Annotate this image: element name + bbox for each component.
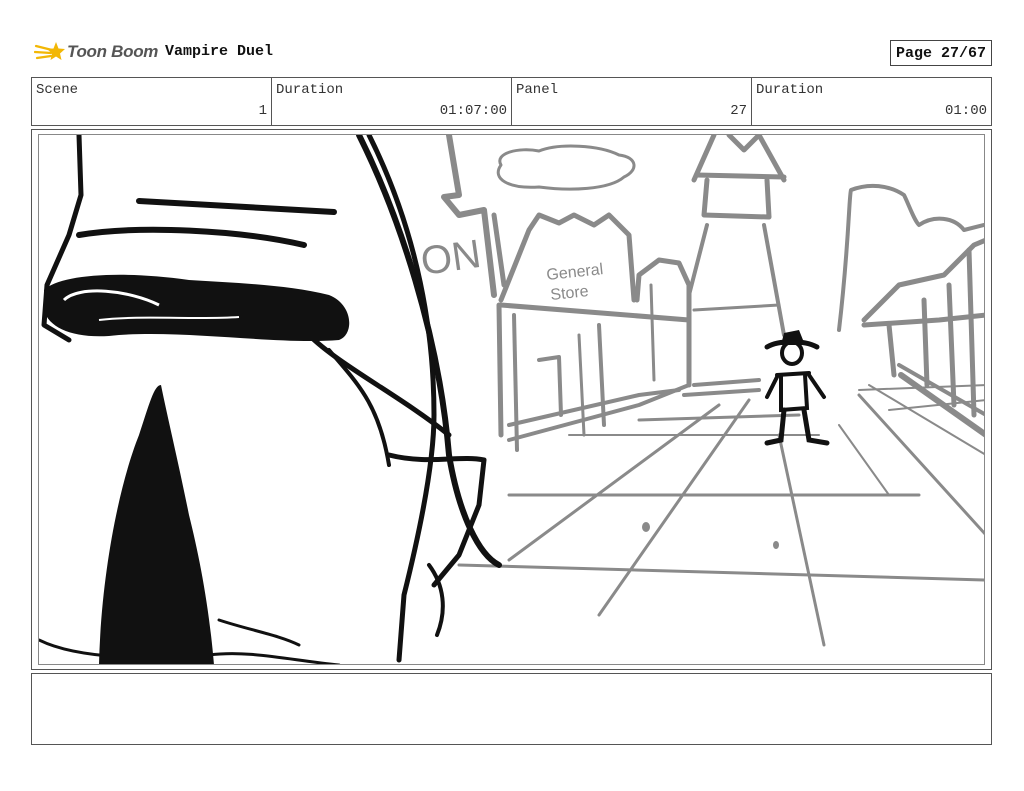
toon-boom-logo: Toon Boom: [34, 36, 158, 68]
project-title: Vampire Duel: [165, 43, 274, 60]
panel-frame: ON General Store: [31, 129, 992, 670]
scene-duration-cell: Duration 01:07:00: [272, 78, 512, 125]
panel-drawing: ON General Store: [38, 134, 985, 665]
logo-text: Toon Boom: [67, 42, 159, 61]
scene-duration-label: Duration: [276, 82, 344, 98]
panel-notes[interactable]: [31, 673, 992, 745]
scene-label: Scene: [36, 82, 79, 98]
vampire-eye: [44, 274, 350, 342]
western-town-background: [441, 135, 984, 647]
scene-value: 1: [258, 103, 267, 119]
store-sign-line1: General: [546, 261, 604, 284]
scene-duration-value: 01:07:00: [439, 103, 507, 119]
toon-boom-star-icon: [34, 42, 65, 60]
panel-duration-label: Duration: [756, 82, 824, 98]
vampire-hair: [99, 385, 214, 664]
building-sign-text: ON: [418, 232, 484, 284]
panel-duration-value: 01:00: [944, 103, 987, 119]
panel-value: 27: [730, 103, 747, 119]
page-indicator: Page 27/67: [889, 40, 992, 66]
panel-cell: Panel 27: [512, 78, 752, 125]
store-sign-line2: Store: [550, 283, 590, 304]
panel-label: Panel: [516, 82, 559, 98]
scene-cell: Scene 1: [32, 78, 272, 125]
panel-duration-cell: Duration 01:00: [752, 78, 991, 125]
scene-info-table: Scene 1 Duration 01:07:00 Panel 27 Durat…: [31, 77, 992, 126]
cowboy-figure: [764, 330, 830, 446]
storyboard-header: Toon Boom Vampire Duel Page 27/67: [31, 36, 992, 68]
storyboard-sketch: ON General Store: [39, 135, 984, 664]
